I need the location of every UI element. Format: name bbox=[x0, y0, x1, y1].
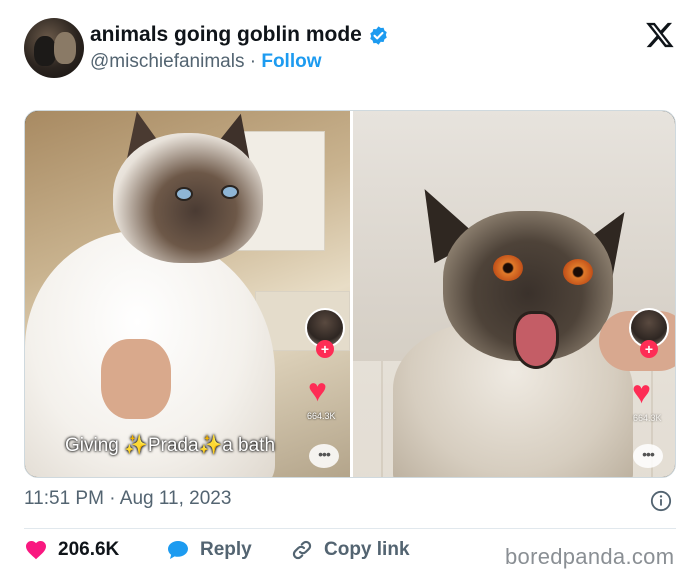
author-avatar[interactable] bbox=[24, 18, 84, 78]
author-handle[interactable]: @mischiefanimals bbox=[90, 51, 244, 72]
media-right-panel[interactable]: + ♥ 664.3K ••• bbox=[353, 111, 675, 477]
post-time: 11:51 PM bbox=[24, 488, 104, 509]
like-button[interactable]: 206.6K bbox=[24, 538, 119, 562]
reply-label: Reply bbox=[200, 539, 252, 560]
wet-cat-mouth bbox=[513, 311, 559, 369]
handle-separator: · bbox=[249, 51, 257, 72]
wet-cat-eye-right bbox=[563, 259, 593, 285]
sparkle-icon: ✨ bbox=[124, 435, 148, 456]
copy-link-label: Copy link bbox=[324, 539, 410, 560]
action-divider bbox=[24, 528, 676, 529]
video-caption: Giving ✨Prada✨a bath bbox=[65, 433, 275, 457]
copy-link-button[interactable]: Copy link bbox=[290, 538, 410, 562]
tweet-header: animals going goblin mode @mischiefanima… bbox=[24, 18, 684, 82]
author-handle-row: @mischiefanimals · Follow bbox=[90, 51, 322, 73]
tiktok-follow-plus-icon-right[interactable]: + bbox=[640, 340, 658, 358]
reply-button[interactable]: Reply bbox=[166, 538, 252, 562]
author-display-name[interactable]: animals going goblin mode bbox=[90, 23, 362, 47]
tweet-media[interactable]: + ♥ 664.3K ••• Giving ✨Prada✨a bath + ♥ … bbox=[24, 110, 676, 478]
tiktok-comment-icon-left[interactable]: ••• bbox=[309, 444, 339, 468]
tiktok-like-count-left: 664.3K bbox=[307, 411, 336, 421]
ragdoll-cat-eye-left bbox=[175, 187, 193, 201]
timestamp-row: 11:51 PM · Aug 11, 2023 bbox=[24, 488, 676, 516]
follow-button[interactable]: Follow bbox=[261, 51, 321, 72]
like-count: 206.6K bbox=[58, 539, 120, 560]
tiktok-like-count-right: 664.3K bbox=[633, 413, 662, 423]
sparkle-icon: ✨ bbox=[198, 435, 223, 456]
post-date: Aug 11, 2023 bbox=[119, 488, 232, 509]
author-name-row: animals going goblin mode bbox=[90, 23, 389, 47]
media-left-panel[interactable]: + ♥ 664.3K ••• Giving ✨Prada✨a bath bbox=[25, 111, 350, 477]
verified-badge-icon bbox=[370, 25, 387, 45]
info-icon[interactable] bbox=[650, 490, 672, 512]
post-timestamp[interactable]: 11:51 PM · Aug 11, 2023 bbox=[24, 488, 231, 509]
tiktok-follow-plus-icon-left[interactable]: + bbox=[316, 340, 334, 358]
tiktok-heart-icon-right[interactable]: ♥ bbox=[632, 376, 651, 408]
avatar-cat-light bbox=[54, 32, 76, 64]
heart-icon bbox=[26, 541, 46, 560]
caption-word-1: Giving bbox=[65, 435, 119, 456]
action-bar: 206.6K Reply Copy link bbox=[24, 538, 504, 568]
ragdoll-cat-eye-right bbox=[221, 185, 239, 199]
avatar-cat-dark bbox=[34, 36, 56, 66]
tiktok-comment-icon-right[interactable]: ••• bbox=[633, 444, 663, 468]
tiktok-heart-icon-left[interactable]: ♥ bbox=[308, 374, 327, 406]
caption-word-2: Prada bbox=[147, 435, 199, 456]
person-hand bbox=[101, 339, 171, 419]
timestamp-separator: · bbox=[109, 488, 116, 509]
speech-bubble-icon bbox=[168, 541, 188, 559]
boredpanda-watermark: boredpanda.com bbox=[505, 544, 675, 569]
wet-cat-eye-left bbox=[493, 255, 523, 281]
x-logo-icon[interactable] bbox=[644, 20, 676, 50]
caption-word-3: a bath bbox=[222, 435, 276, 456]
link-icon bbox=[292, 540, 312, 560]
